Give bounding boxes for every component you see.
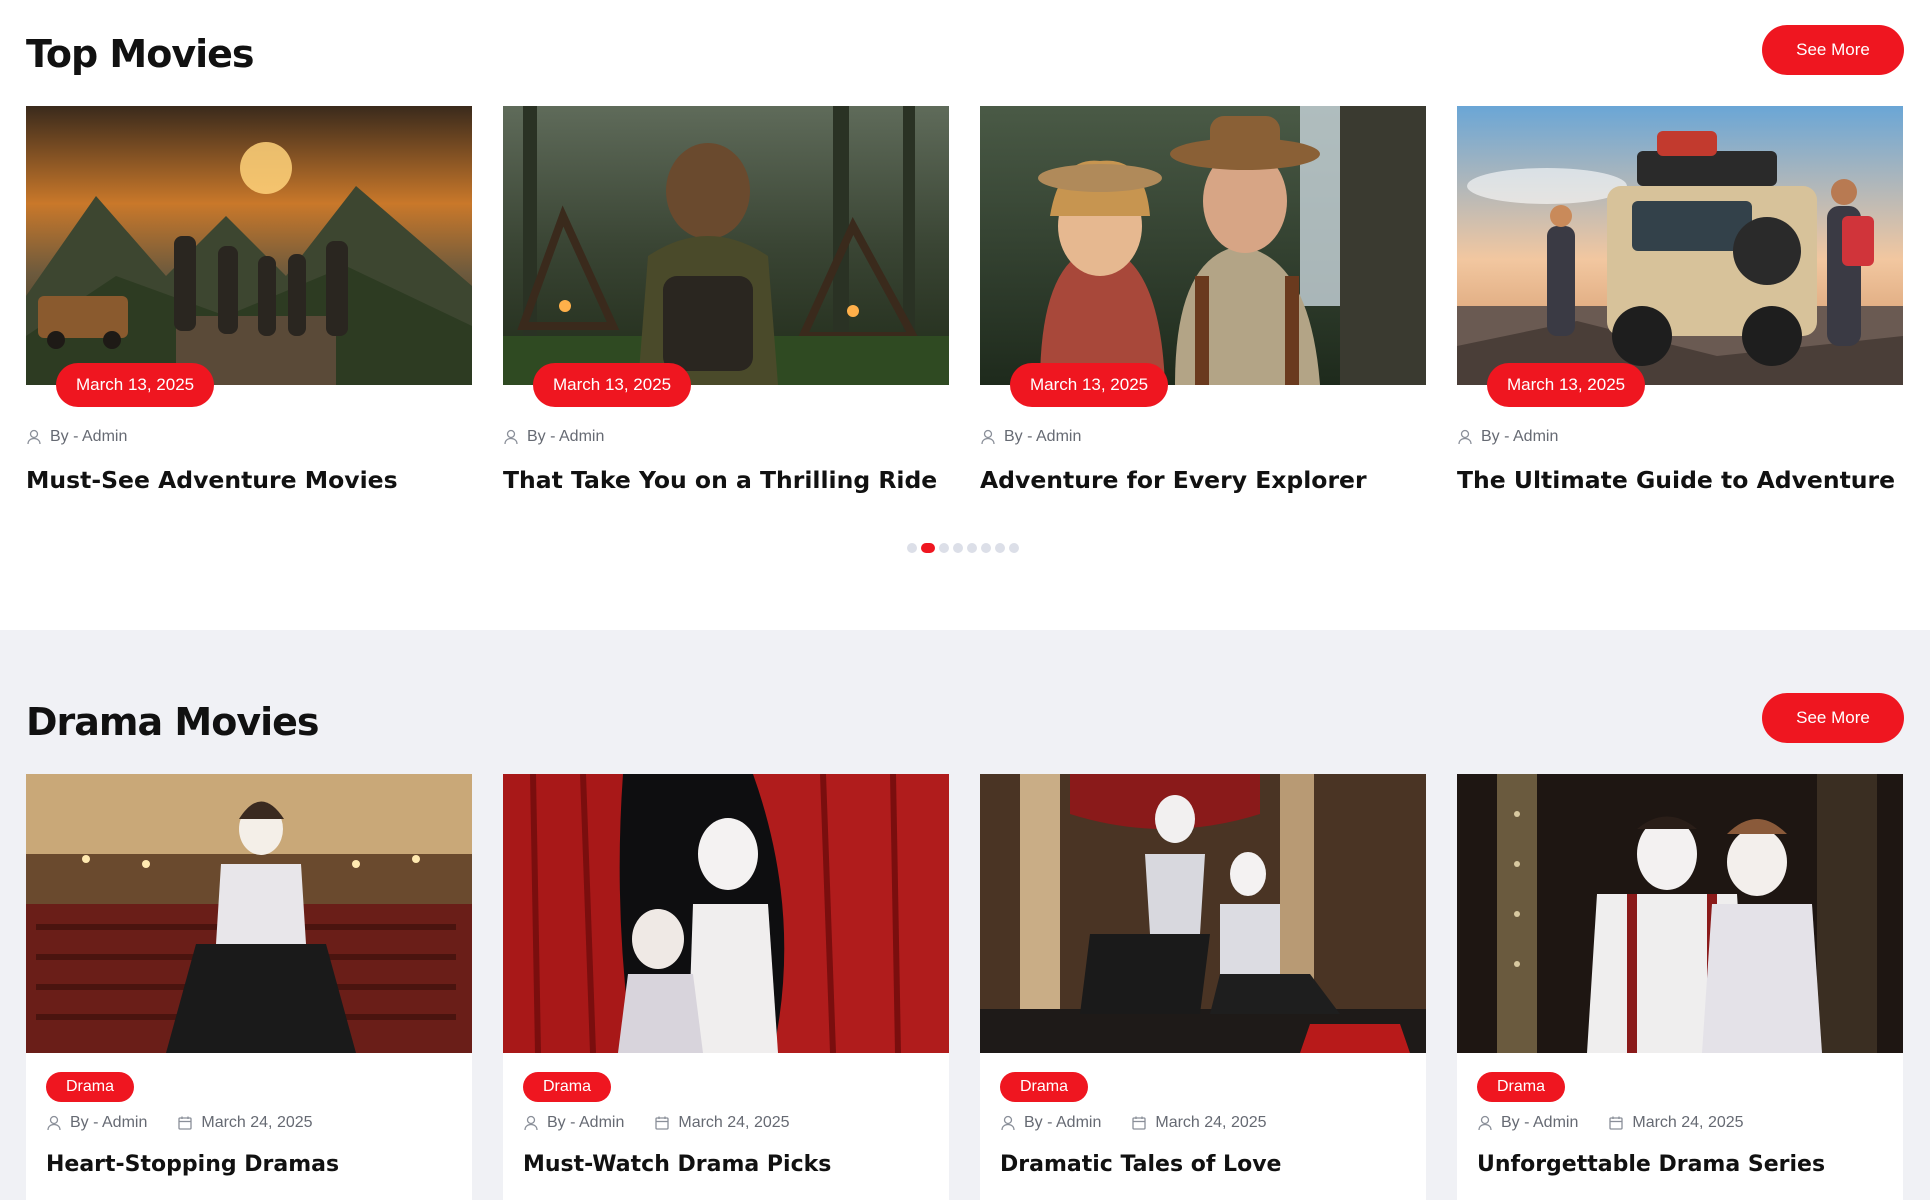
top-movies-card-row: March 13, 2025 By - Admin Must-See Adven… — [26, 106, 1903, 516]
movie-thumbnail[interactable] — [980, 106, 1426, 385]
see-more-button[interactable]: See More — [1762, 25, 1904, 75]
movie-thumbnail[interactable] — [1457, 106, 1903, 385]
category-badge[interactable]: Drama — [1477, 1072, 1566, 1102]
date-badge: March 13, 2025 — [1487, 363, 1646, 407]
user-icon — [523, 1115, 539, 1131]
author-label: By - Admin — [1004, 428, 1082, 445]
user-icon — [503, 429, 519, 445]
author-meta: By - Admin — [503, 428, 604, 446]
movie-thumbnail[interactable] — [503, 106, 949, 385]
date-badge: March 13, 2025 — [533, 363, 692, 407]
author-meta: By - Admin — [1457, 428, 1558, 446]
movie-card[interactable]: Drama By - Admin March 24, 2025 Unforget… — [1457, 774, 1903, 1200]
date-label: March 24, 2025 — [1155, 1114, 1267, 1131]
post-meta: By - Admin March 24, 2025 — [523, 1114, 790, 1132]
movie-card[interactable]: Drama By - Admin March 24, 2025 Must-Wat… — [503, 774, 949, 1200]
date-label: March 24, 2025 — [678, 1114, 790, 1131]
category-badge[interactable]: Drama — [523, 1072, 612, 1102]
post-meta: By - Admin March 24, 2025 — [46, 1114, 313, 1132]
movie-title[interactable]: The Ultimate Guide to Adventure — [1457, 466, 1895, 494]
category-badge[interactable]: Drama — [46, 1072, 135, 1102]
pagination-dot[interactable] — [939, 543, 949, 553]
section-title: Drama Movies — [26, 700, 320, 744]
top-movies-section: Top Movies See More March 13, 2025 By - … — [0, 0, 1930, 630]
movie-title[interactable]: That Take You on a Thrilling Ride — [503, 466, 937, 494]
pagination-dot[interactable] — [953, 543, 963, 553]
movie-title[interactable]: Unforgettable Drama Series — [1477, 1152, 1825, 1177]
date-badge: March 13, 2025 — [1010, 363, 1169, 407]
user-icon — [1477, 1115, 1493, 1131]
user-icon — [1457, 429, 1473, 445]
movie-card[interactable]: Drama By - Admin March 24, 2025 Dramatic… — [980, 774, 1426, 1200]
movie-title[interactable]: Dramatic Tales of Love — [1000, 1152, 1281, 1177]
calendar-icon — [1131, 1115, 1147, 1131]
author-label: By - Admin — [1024, 1114, 1102, 1131]
carousel-pagination — [907, 543, 1019, 553]
author-label: By - Admin — [527, 428, 605, 445]
drama-movies-card-row: Drama By - Admin March 24, 2025 Heart-St… — [26, 774, 1903, 1200]
calendar-icon — [1608, 1115, 1624, 1131]
pagination-dot[interactable] — [907, 543, 917, 553]
post-meta: By - Admin March 24, 2025 — [1477, 1114, 1744, 1132]
user-icon — [1000, 1115, 1016, 1131]
drama-movies-section: Drama Movies See More Drama By - Admin M… — [0, 630, 1930, 1200]
author-label: By - Admin — [70, 1114, 148, 1131]
movie-thumbnail[interactable] — [26, 774, 472, 1053]
user-icon — [980, 429, 996, 445]
movie-title[interactable]: Must-See Adventure Movies — [26, 466, 398, 494]
pagination-dot-active[interactable] — [921, 543, 935, 553]
date-label: March 24, 2025 — [1632, 1114, 1744, 1131]
movie-title[interactable]: Adventure for Every Explorer — [980, 466, 1367, 494]
movie-card[interactable]: March 13, 2025 By - Admin That Take You … — [503, 106, 949, 516]
pagination-dot[interactable] — [967, 543, 977, 553]
author-label: By - Admin — [547, 1114, 625, 1131]
see-more-button[interactable]: See More — [1762, 693, 1904, 743]
author-meta: By - Admin — [980, 428, 1081, 446]
author-label: By - Admin — [1501, 1114, 1579, 1131]
section-title: Top Movies — [26, 32, 255, 76]
movie-title[interactable]: Heart-Stopping Dramas — [46, 1152, 339, 1177]
author-label: By - Admin — [50, 428, 128, 445]
user-icon — [26, 429, 42, 445]
movie-thumbnail[interactable] — [26, 106, 472, 385]
post-meta: By - Admin March 24, 2025 — [1000, 1114, 1267, 1132]
author-label: By - Admin — [1481, 428, 1559, 445]
user-icon — [46, 1115, 62, 1131]
movie-card[interactable]: Drama By - Admin March 24, 2025 Heart-St… — [26, 774, 472, 1200]
movie-title[interactable]: Must-Watch Drama Picks — [523, 1152, 831, 1177]
calendar-icon — [654, 1115, 670, 1131]
date-badge: March 13, 2025 — [56, 363, 215, 407]
movie-thumbnail[interactable] — [980, 774, 1426, 1053]
movie-thumbnail[interactable] — [503, 774, 949, 1053]
pagination-dot[interactable] — [1009, 543, 1019, 553]
movie-thumbnail[interactable] — [1457, 774, 1903, 1053]
author-meta: By - Admin — [26, 428, 127, 446]
movie-card[interactable]: March 13, 2025 By - Admin Adventure for … — [980, 106, 1426, 516]
pagination-dot[interactable] — [981, 543, 991, 553]
pagination-dot[interactable] — [995, 543, 1005, 553]
category-badge[interactable]: Drama — [1000, 1072, 1089, 1102]
movie-card[interactable]: March 13, 2025 By - Admin Must-See Adven… — [26, 106, 472, 516]
movie-card[interactable]: March 13, 2025 By - Admin The Ultimate G… — [1457, 106, 1903, 516]
calendar-icon — [177, 1115, 193, 1131]
date-label: March 24, 2025 — [201, 1114, 313, 1131]
